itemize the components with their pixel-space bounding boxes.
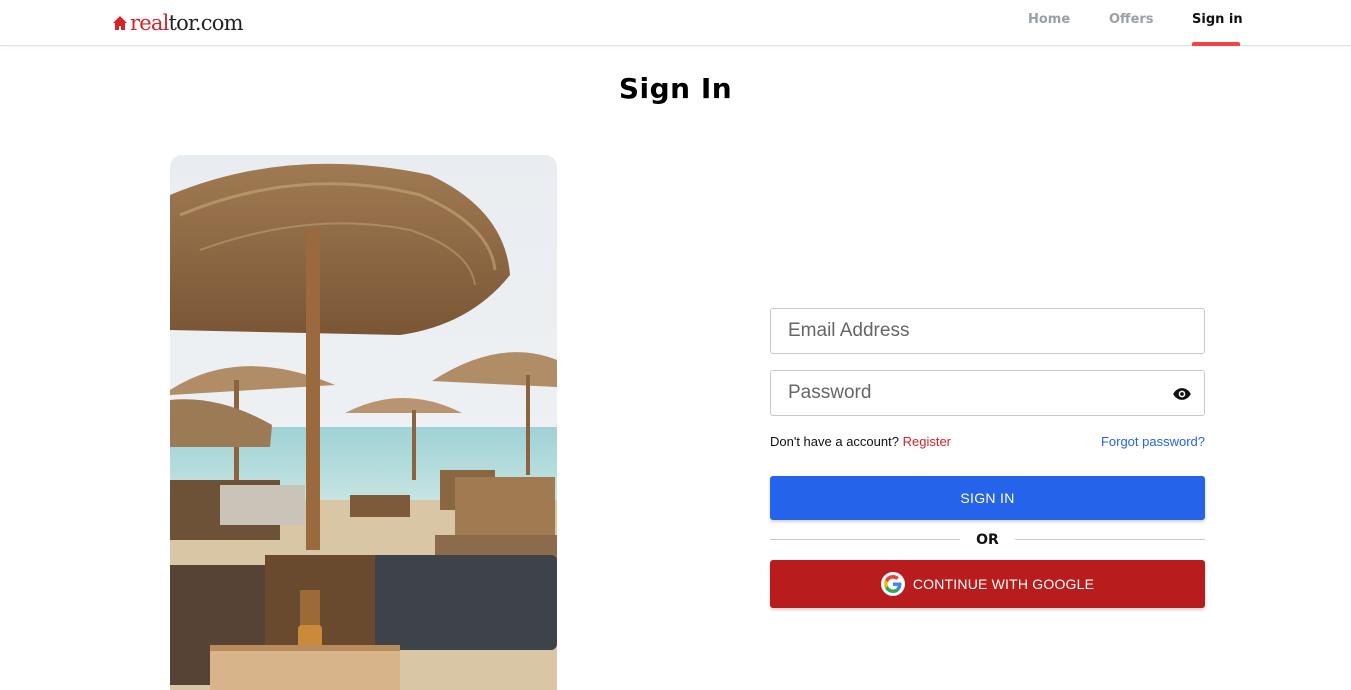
forgot-password-link[interactable]: Forgot password? (1101, 434, 1205, 449)
or-text: OR (976, 532, 999, 548)
hero-image (170, 155, 557, 690)
or-divider: OR (770, 530, 1205, 550)
nav-signin-link[interactable]: Sign in (1192, 12, 1243, 27)
active-nav-indicator (1192, 42, 1240, 46)
page-title: Sign In (618, 72, 733, 105)
password-field[interactable] (771, 371, 1204, 415)
google-button-label: CONTINUE WITH GOOGLE (912, 576, 1095, 592)
nav-offers-link[interactable]: Offers (1109, 12, 1154, 27)
beach-umbrellas-photo (170, 155, 557, 690)
eye-icon[interactable] (1172, 384, 1192, 404)
nav-home-link[interactable]: Home (1028, 12, 1070, 27)
email-field-wrapper (770, 308, 1205, 354)
continue-with-google-button[interactable]: CONTINUE WITH GOOGLE (770, 560, 1205, 608)
top-header: realtor.com Home Offers Sign in (0, 0, 1351, 46)
signin-button[interactable]: SIGN IN (770, 476, 1205, 520)
account-row: Don't have a account? Register Forgot pa… (770, 434, 1205, 449)
email-field[interactable] (771, 309, 1204, 353)
register-link[interactable]: Register (903, 434, 951, 449)
no-account-text: Don't have a account? (770, 434, 899, 449)
google-icon (880, 572, 905, 596)
divider-line-right (1015, 539, 1205, 540)
main-nav: Home Offers Sign in (0, 0, 1351, 46)
password-field-wrapper (770, 370, 1205, 416)
